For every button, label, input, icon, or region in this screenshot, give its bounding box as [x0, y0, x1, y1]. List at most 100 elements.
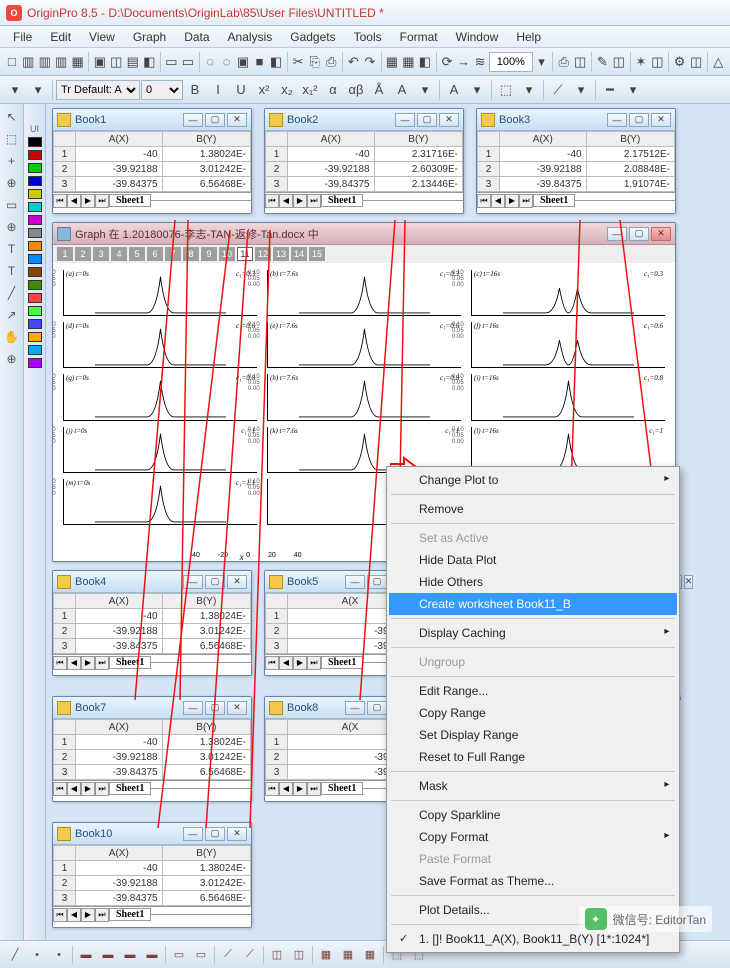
worksheet-grid[interactable]: A(X)B(Y)1-402.31716E-2-39.921882.60309E-… — [265, 131, 463, 192]
status-tool[interactable]: ▬ — [99, 946, 117, 964]
layer-tab[interactable]: 7 — [165, 247, 181, 261]
child-title-bar[interactable]: Book3 — ▢ ✕ — [477, 109, 675, 131]
status-tool[interactable]: ▭ — [192, 946, 210, 964]
toolbar-button[interactable]: ▥ — [20, 51, 35, 73]
minimize-button[interactable]: — — [345, 575, 365, 589]
minimize-button[interactable]: — — [607, 113, 627, 127]
menu-item[interactable]: Edit Range... — [389, 680, 677, 702]
sheet-tab[interactable]: Sheet1 — [533, 194, 575, 207]
maximize-button[interactable]: ▢ — [205, 701, 225, 715]
status-tool[interactable]: ⟋ — [241, 946, 259, 964]
menu-item[interactable]: Copy Range — [389, 702, 677, 724]
minimize-button[interactable]: — — [607, 227, 627, 241]
menu-graph[interactable]: Graph — [124, 28, 175, 46]
tool-button[interactable]: ⬚ — [3, 130, 21, 148]
status-tool[interactable]: ╱ — [6, 946, 24, 964]
menu-item[interactable]: Change Plot to — [389, 469, 677, 491]
tool-button[interactable]: ✋ — [3, 328, 21, 346]
toolbar-button[interactable]: ▥ — [53, 51, 68, 73]
close-button[interactable]: ✕ — [227, 827, 247, 841]
status-tool[interactable]: • — [28, 946, 46, 964]
color-swatch[interactable] — [28, 280, 42, 290]
tab-prev[interactable]: ◀ — [67, 194, 81, 208]
tool-button[interactable]: ↖ — [3, 108, 21, 126]
tab-next[interactable]: ▶ — [81, 782, 95, 796]
tab-prev[interactable]: ◀ — [67, 782, 81, 796]
tab-next[interactable]: ▶ — [293, 656, 307, 670]
maximize-button[interactable]: ▢ — [629, 113, 649, 127]
status-tool[interactable]: ▬ — [77, 946, 95, 964]
child-title-bar[interactable]: Graph 在 1.20180076-李志-TAN-返修-Tan.docx 中 … — [53, 223, 675, 245]
dropdown-icon[interactable]: ▾ — [4, 79, 26, 101]
color-swatch[interactable] — [28, 293, 42, 303]
toolbar-button[interactable]: ■ — [252, 51, 267, 73]
status-tool[interactable]: ▦ — [361, 946, 379, 964]
tab-last[interactable]: ⏭ — [307, 782, 321, 796]
menu-item[interactable]: Set Display Range — [389, 724, 677, 746]
status-tool[interactable]: ▬ — [121, 946, 139, 964]
close-button[interactable]: ✕ — [684, 575, 694, 589]
tab-next[interactable]: ▶ — [505, 194, 519, 208]
plot-panel[interactable]: 0.100.050.00 (e) t=7.6s c₁=0.6 — [267, 322, 461, 368]
toolbar-button[interactable]: ⎙ — [556, 51, 571, 73]
maximize-button[interactable]: ▢ — [205, 575, 225, 589]
close-button[interactable]: ✕ — [227, 575, 247, 589]
toolbar-button[interactable]: ◌ — [219, 51, 234, 73]
tool-button[interactable]: + — [3, 152, 21, 170]
status-tool[interactable]: ▬ — [143, 946, 161, 964]
menu-item[interactable]: Copy Sparkline — [389, 804, 677, 826]
color-swatch[interactable] — [28, 332, 42, 342]
status-tool[interactable]: ▦ — [339, 946, 357, 964]
layer-tab[interactable]: 5 — [129, 247, 145, 261]
toolbar-button[interactable]: ▭ — [164, 51, 179, 73]
format-button[interactable]: α — [322, 79, 344, 101]
menu-view[interactable]: View — [80, 28, 124, 46]
menu-file[interactable]: File — [4, 28, 41, 46]
tab-prev[interactable]: ◀ — [279, 656, 293, 670]
worksheet-grid[interactable]: A(X)B(Y)1-401.38024E-2-39.921883.01242E-… — [53, 719, 251, 780]
status-tool[interactable]: • — [50, 946, 68, 964]
toolbar-button[interactable]: ◧ — [142, 51, 157, 73]
format-button[interactable]: ▾ — [414, 79, 436, 101]
format-button[interactable]: U — [230, 79, 252, 101]
tool-button[interactable]: ▭ — [3, 196, 21, 214]
tab-prev[interactable]: ◀ — [279, 194, 293, 208]
layer-tab[interactable]: 13 — [273, 247, 289, 261]
menu-item[interactable]: Save Format as Theme... — [389, 870, 677, 892]
color-swatch[interactable] — [28, 202, 42, 212]
tab-last[interactable]: ⏭ — [95, 656, 109, 670]
toolbar-button[interactable]: ▭ — [180, 51, 195, 73]
toolbar-button[interactable]: ◫ — [611, 51, 626, 73]
format-button[interactable]: x₁² — [299, 79, 321, 101]
tab-first[interactable]: ⏮ — [53, 656, 67, 670]
minimize-button[interactable]: — — [395, 113, 415, 127]
toolbar-button[interactable]: ◧ — [417, 51, 432, 73]
tab-first[interactable]: ⏮ — [53, 194, 67, 208]
toolbar-button[interactable]: ◫ — [688, 51, 703, 73]
tab-last[interactable]: ⏭ — [519, 194, 533, 208]
tab-first[interactable]: ⏮ — [265, 194, 279, 208]
toolbar-button[interactable]: ↶ — [346, 51, 361, 73]
layer-tab[interactable]: 14 — [291, 247, 307, 261]
tool-button[interactable]: ╱ — [3, 284, 21, 302]
color-swatch[interactable] — [28, 241, 42, 251]
layer-tab[interactable]: 3 — [93, 247, 109, 261]
layer-tab[interactable]: 12 — [255, 247, 271, 261]
tab-prev[interactable]: ◀ — [279, 782, 293, 796]
toolbar-button[interactable]: ≋ — [472, 51, 487, 73]
minimize-button[interactable]: — — [183, 575, 203, 589]
tab-next[interactable]: ▶ — [81, 194, 95, 208]
tab-next[interactable]: ▶ — [81, 656, 95, 670]
tab-first[interactable]: ⏮ — [477, 194, 491, 208]
tool-button[interactable]: T — [3, 240, 21, 258]
status-tool[interactable]: ▭ — [170, 946, 188, 964]
toolbar-button[interactable]: ◫ — [650, 51, 665, 73]
menu-format[interactable]: Format — [391, 28, 447, 46]
color-swatch[interactable] — [28, 215, 42, 225]
menu-item[interactable]: Hide Data Plot — [389, 549, 677, 571]
layer-tab[interactable]: 6 — [147, 247, 163, 261]
sheet-tab[interactable]: Sheet1 — [321, 782, 363, 795]
color-swatch[interactable] — [28, 150, 42, 160]
color-swatch[interactable] — [28, 345, 42, 355]
toolbar-button[interactable]: ◫ — [572, 51, 587, 73]
